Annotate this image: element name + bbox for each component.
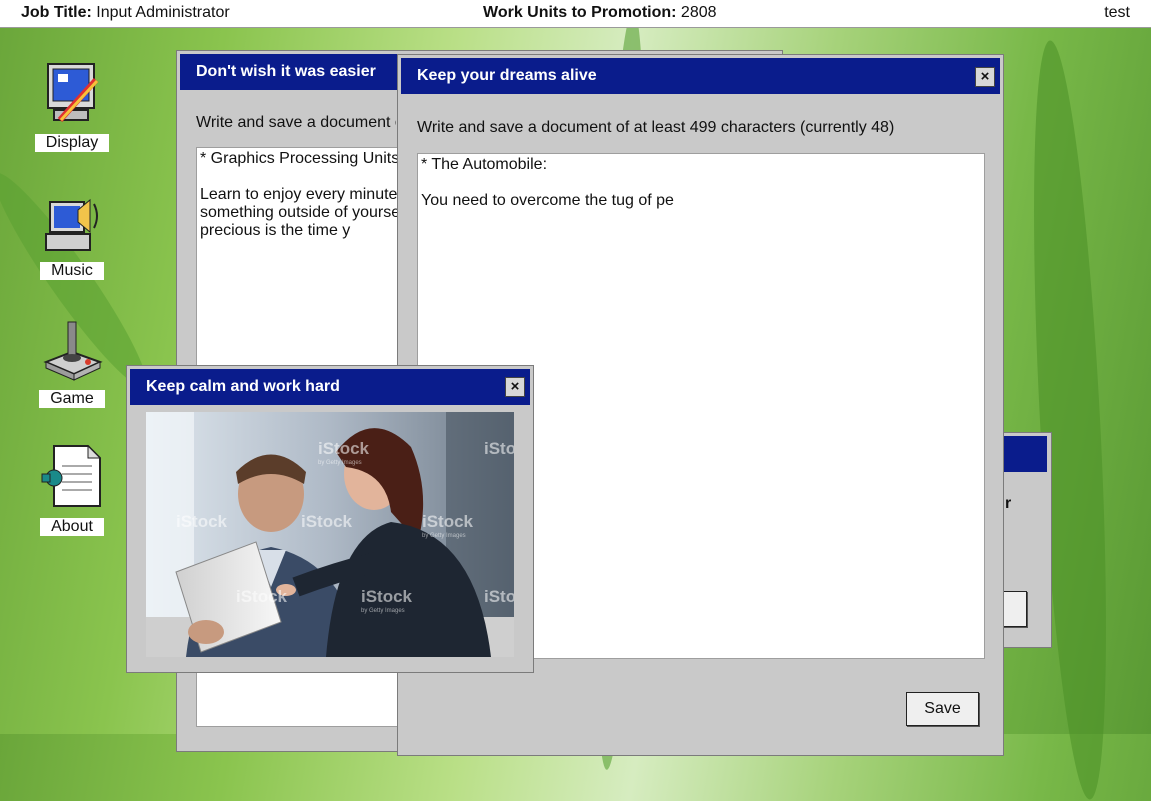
- desktop-icon-music[interactable]: Music: [27, 188, 117, 280]
- stock-photo: iStock iStock iStock iStock iStock iStoc…: [146, 412, 514, 657]
- document-prompt: Write and save a document of at least 49…: [417, 119, 895, 136]
- desktop-icon-label: About: [40, 518, 104, 536]
- hidden-window-text: r: [1005, 495, 1012, 512]
- window-keep-calm[interactable]: Keep calm and work hard × iStock iSto iS…: [126, 365, 534, 673]
- watermark-sub: by Getty Images: [422, 533, 466, 539]
- save-button[interactable]: Save: [906, 692, 979, 726]
- document-prompt: Write and save a document of at least 49…: [196, 114, 396, 131]
- close-button[interactable]: ×: [505, 377, 525, 397]
- window-title: Keep calm and work hard: [146, 378, 340, 395]
- display-icon: [40, 60, 104, 126]
- desktop-icon-label: Music: [40, 262, 104, 280]
- watermark: iStock: [176, 512, 228, 531]
- watermark: iStock: [484, 439, 514, 458]
- username: test: [1104, 4, 1130, 21]
- job-title: Job Title: Input Administrator: [21, 4, 230, 21]
- watermark: iStock: [361, 587, 413, 606]
- wallpaper-blade: [1020, 38, 1120, 801]
- watermark-sub: by Getty Images: [318, 460, 362, 466]
- desktop-icon-label: Game: [39, 390, 105, 408]
- window-titlebar[interactable]: Keep your dreams alive: [401, 58, 1000, 94]
- watermark-sub: by Getty Images: [361, 608, 405, 614]
- watermark: iStock: [422, 512, 474, 531]
- watermark: iStock: [484, 587, 514, 606]
- watermark: iStock: [236, 587, 288, 606]
- watermark: iStock: [301, 512, 353, 531]
- desktop-icon-label: Display: [34, 134, 110, 152]
- joystick-icon: [40, 316, 104, 382]
- document-icon: [40, 444, 104, 510]
- desktop-icon-about[interactable]: About: [27, 444, 117, 536]
- desktop-icon-game[interactable]: Game: [27, 316, 117, 408]
- status-bar: Job Title: Input Administrator Work Unit…: [0, 0, 1151, 28]
- music-icon: [40, 188, 104, 254]
- watermark: iStock: [318, 439, 370, 458]
- work-units: Work Units to Promotion: 2808: [483, 4, 717, 21]
- close-button[interactable]: ×: [975, 67, 995, 87]
- window-titlebar[interactable]: Keep calm and work hard: [130, 369, 530, 405]
- window-title: Keep your dreams alive: [417, 67, 597, 84]
- desktop-icon-display[interactable]: Display: [27, 60, 117, 152]
- window-title: Don't wish it was easier: [196, 63, 376, 80]
